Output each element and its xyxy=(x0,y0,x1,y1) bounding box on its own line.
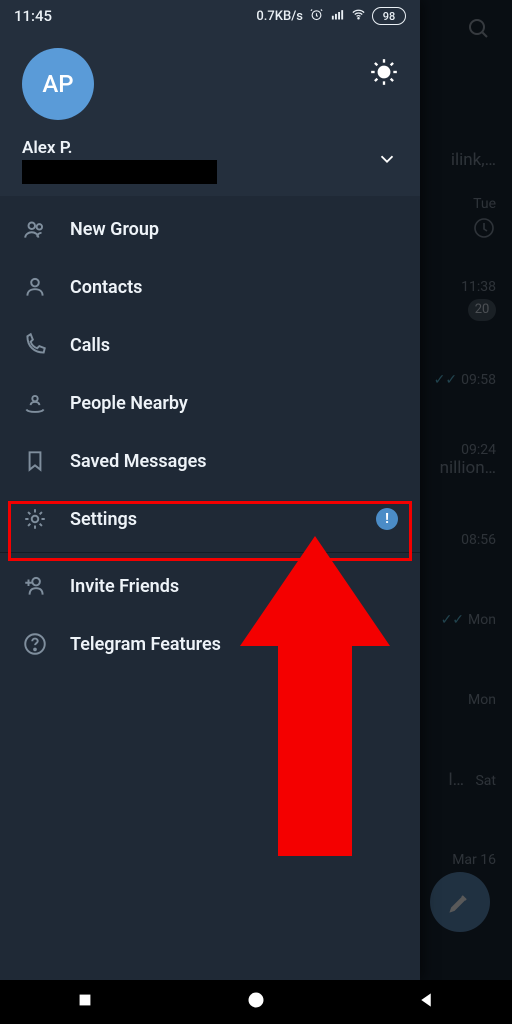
menu-label: Invite Friends xyxy=(70,576,179,597)
compose-button[interactable] xyxy=(430,872,490,932)
pin-icon xyxy=(472,216,496,244)
chat-time: 09:24 xyxy=(440,442,496,458)
menu-separator xyxy=(0,552,420,553)
avatar[interactable]: AP xyxy=(22,48,94,120)
redacted-phone xyxy=(22,160,217,184)
settings-alert-badge: ! xyxy=(376,508,398,530)
read-ticks-icon: ✓✓ xyxy=(434,372,457,388)
expand-accounts-button[interactable] xyxy=(376,148,398,174)
battery-indicator: 98 xyxy=(372,7,406,25)
menu-label: Saved Messages xyxy=(70,451,207,472)
read-ticks-icon: ✓✓ xyxy=(441,612,464,628)
alarm-icon xyxy=(309,7,324,26)
chat-snippet: nillion… xyxy=(440,458,496,478)
menu-label: People Nearby xyxy=(70,393,188,414)
bookmark-icon xyxy=(22,448,62,474)
profile-name[interactable]: Alex P. xyxy=(22,138,217,158)
chat-time: Mon xyxy=(468,612,496,628)
menu-item-people-nearby[interactable]: People Nearby xyxy=(0,374,420,432)
nav-home-button[interactable] xyxy=(246,990,266,1014)
drawer-menu: New Group Contacts Calls People Nearby S… xyxy=(0,196,420,673)
nav-recent-button[interactable] xyxy=(75,990,95,1014)
menu-label: New Group xyxy=(70,219,159,240)
menu-item-telegram-features[interactable]: Telegram Features xyxy=(0,615,420,673)
chat-time: Tue xyxy=(472,196,496,212)
menu-label: Calls xyxy=(70,335,110,356)
menu-item-invite-friends[interactable]: Invite Friends xyxy=(0,557,420,615)
status-bar: 11:45 0.7KB/s 98 xyxy=(0,0,420,32)
menu-label: Settings xyxy=(70,509,137,530)
chat-time: 08:56 xyxy=(461,532,496,548)
unread-badge: 20 xyxy=(468,299,496,321)
phone-icon xyxy=(22,332,62,358)
menu-label: Contacts xyxy=(70,277,142,298)
group-icon xyxy=(22,216,62,242)
nav-back-button[interactable] xyxy=(417,990,437,1014)
status-network-speed: 0.7KB/s xyxy=(256,9,303,24)
menu-item-saved-messages[interactable]: Saved Messages xyxy=(0,432,420,490)
menu-item-calls[interactable]: Calls xyxy=(0,316,420,374)
theme-toggle-button[interactable] xyxy=(370,58,398,86)
chat-time: Sat xyxy=(475,773,496,789)
location-person-icon xyxy=(22,390,62,416)
signal-icon xyxy=(330,7,345,26)
menu-item-new-group[interactable]: New Group xyxy=(0,200,420,258)
drawer-header: AP Alex P. xyxy=(0,32,420,196)
status-time: 11:45 xyxy=(14,7,52,25)
help-icon xyxy=(22,631,62,657)
contact-icon xyxy=(22,274,62,300)
chat-snippet: l… xyxy=(448,770,464,790)
chat-time: Mon xyxy=(468,692,496,708)
menu-label: Telegram Features xyxy=(70,634,221,655)
add-user-icon xyxy=(22,573,62,599)
chat-time: 09:58 xyxy=(461,372,496,388)
search-icon[interactable] xyxy=(466,16,490,44)
chat-time: 11:38 xyxy=(461,279,496,295)
android-nav-bar xyxy=(0,980,512,1024)
chat-time: Mar 16 xyxy=(452,852,496,868)
chat-snippet: ilink,… xyxy=(451,150,496,170)
menu-item-contacts[interactable]: Contacts xyxy=(0,258,420,316)
gear-icon xyxy=(22,506,62,532)
navigation-drawer: 11:45 0.7KB/s 98 AP Alex P. xyxy=(0,0,420,980)
wifi-icon xyxy=(351,7,366,26)
menu-item-settings[interactable]: Settings ! xyxy=(0,490,420,548)
